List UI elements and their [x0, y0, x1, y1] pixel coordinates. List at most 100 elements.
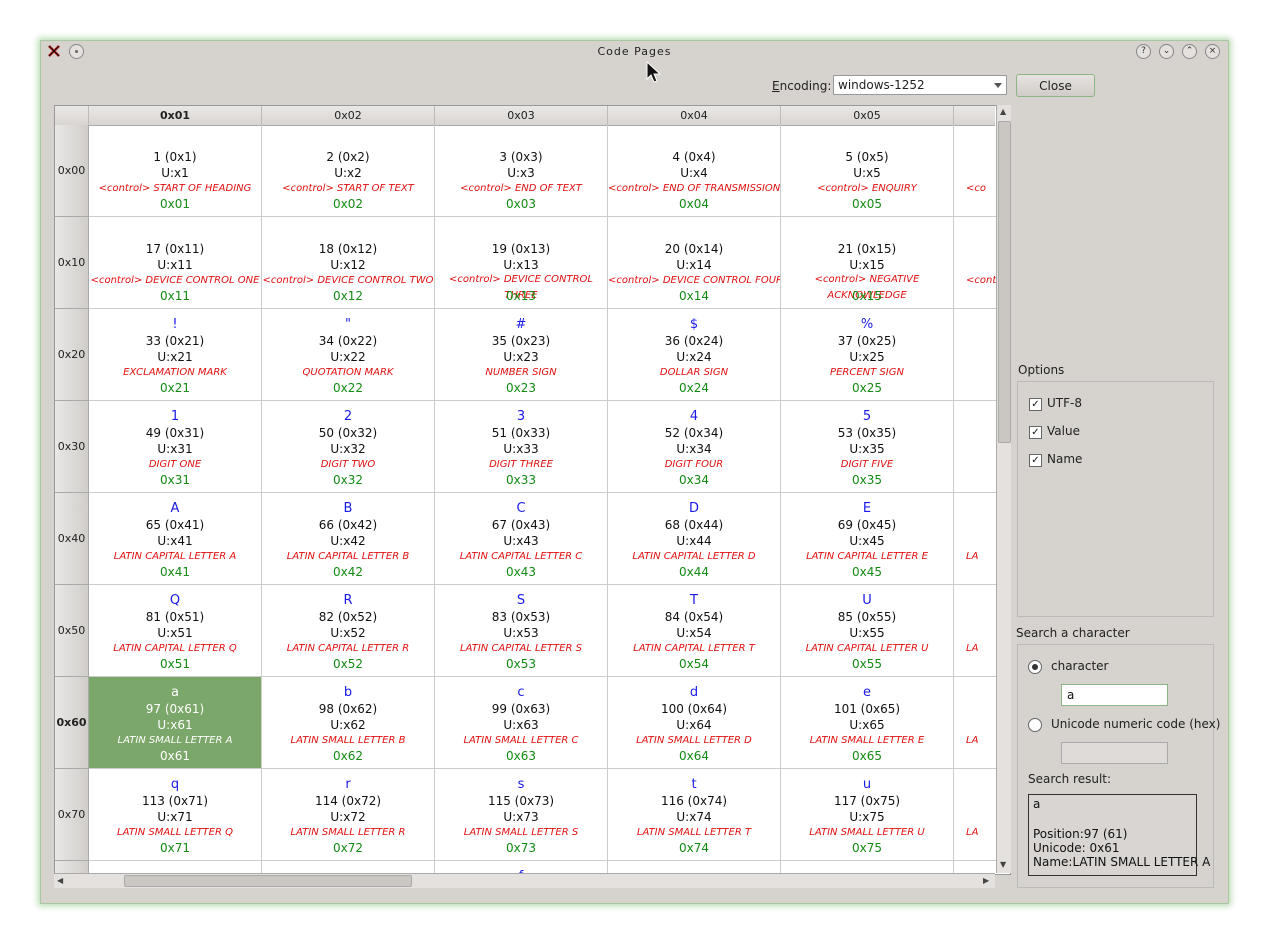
- help-icon[interactable]: ?: [1136, 44, 1151, 59]
- character-cell[interactable]: s 115 (0x73) U:x73 LATIN SMALL LETTER S 0x73: [435, 769, 608, 861]
- character-name: LATIN CAPITAL LETTER S: [460, 643, 582, 654]
- character-cell[interactable]: T 84 (0x54) U:x54 LATIN CAPITAL LETTER T 0x5…: [608, 585, 781, 677]
- vertical-scrollbar[interactable]: ▲ ▼: [996, 105, 1011, 873]
- scroll-left-icon[interactable]: ◀: [57, 876, 63, 885]
- hex-value: 0x61: [159, 749, 190, 763]
- horizontal-scroll-thumb[interactable]: [124, 875, 412, 887]
- row-header[interactable]: 0x00: [55, 125, 89, 217]
- character-cell[interactable]: 4 52 (0x34) U:x34 DIGIT FOUR 0x34: [608, 401, 781, 493]
- character-radio[interactable]: [1028, 660, 1042, 674]
- hex-value: 0x54: [678, 657, 709, 671]
- row-header[interactable]: 0x30: [55, 401, 89, 493]
- unicode-radio[interactable]: [1028, 718, 1042, 732]
- character-glyph: s: [517, 777, 525, 792]
- close-icon[interactable]: ×: [1205, 44, 1220, 59]
- row-header[interactable]: 0x50: [55, 585, 89, 677]
- character-input[interactable]: a: [1061, 684, 1168, 706]
- value-checkbox[interactable]: ✓: [1029, 426, 1042, 439]
- character-cell[interactable]: 2 (0x2) U:x2 <control> START OF TEXT 0x02: [262, 125, 435, 217]
- decimal-value: 85 (0x55): [837, 610, 897, 624]
- hex-value: 0x42: [332, 565, 363, 579]
- character-cell[interactable]: 17 (0x11) U:x11 <control> DEVICE CONTROL O…: [89, 217, 262, 309]
- character-cell[interactable]: S 83 (0x53) U:x53 LATIN CAPITAL LETTER S 0x5…: [435, 585, 608, 677]
- character-glyph: q: [170, 777, 180, 792]
- character-glyph: R: [343, 593, 353, 608]
- character-cell[interactable]: 18 (0x12) U:x12 <control> DEVICE CONTROL T…: [262, 217, 435, 309]
- character-cell[interactable]: 5 53 (0x35) U:x35 DIGIT FIVE 0x35: [781, 401, 954, 493]
- character-cell[interactable]: ! 33 (0x21) U:x21 EXCLAMATION MARK 0x21: [89, 309, 262, 401]
- character-cell[interactable]: B 66 (0x42) U:x42 LATIN CAPITAL LETTER B 0x4…: [262, 493, 435, 585]
- decimal-value: 97 (0x61): [145, 702, 205, 716]
- unicode-value: U:x33: [503, 442, 539, 456]
- encoding-select[interactable]: windows-1252: [833, 75, 1007, 95]
- character-cell[interactable]: " 34 (0x22) U:x22 QUOTATION MARK 0x22: [262, 309, 435, 401]
- hex-value: 0x12: [332, 289, 363, 303]
- decimal-value: 18 (0x12): [318, 242, 378, 256]
- horizontal-scrollbar[interactable]: ◀ ▶: [54, 873, 995, 888]
- character-cell[interactable]: U 85 (0x55) U:x55 LATIN CAPITAL LETTER U 0x5…: [781, 585, 954, 677]
- character-cell[interactable]: c 99 (0x63) U:x63 LATIN SMALL LETTER C 0x63: [435, 677, 608, 769]
- unicode-value: U:x1: [161, 166, 189, 180]
- character-cell[interactable]: % 37 (0x25) U:x25 PERCENT SIGN 0x25: [781, 309, 954, 401]
- character-cell[interactable]: E 69 (0x45) U:x45 LATIN CAPITAL LETTER E 0x4…: [781, 493, 954, 585]
- character-cell[interactable]: $36 (0x24) U:x24 DOLLAR SIGN 0x24: [608, 309, 781, 401]
- character-cell[interactable]: C 67 (0x43) U:x43 LATIN CAPITAL LETTER C 0x4…: [435, 493, 608, 585]
- vertical-scroll-thumb[interactable]: [998, 121, 1011, 443]
- unicode-input[interactable]: [1061, 742, 1168, 764]
- title-bar: Code Pages ? ⌄ ⌃ ×: [41, 41, 1228, 63]
- row-header[interactable]: 0x70: [55, 769, 89, 861]
- hex-value: 0x75: [851, 841, 882, 855]
- character-cell[interactable]: 21 (0x15) U:x15 <control> NEGATIVE ACKNOWL…: [781, 217, 954, 309]
- name-checkbox[interactable]: ✓: [1029, 454, 1042, 467]
- character-cell[interactable]: e 101 (0x65) U:x65 LATIN SMALL LETTER E 0x65: [781, 677, 954, 769]
- character-cell[interactable]: 4 (0x4) U:x4 <control> END OF TRANSMISSION…: [608, 125, 781, 217]
- character-cell[interactable]: 19 (0x13) U:x13 <control> DEVICE CONTROL T…: [435, 217, 608, 309]
- character-cell[interactable]: 3 (0x3) U:x3 <control> END OF TEXT 0x03: [435, 125, 608, 217]
- decimal-value: 34 (0x22): [318, 334, 378, 348]
- character-cell[interactable]: 3 51 (0x33) U:x33 DIGIT THREE 0x33: [435, 401, 608, 493]
- maximize-icon[interactable]: ⌃: [1182, 44, 1197, 59]
- character-name: DIGIT TWO: [320, 459, 376, 470]
- character-cell[interactable]: 1 (0x1) U:x1 <control> START OF HEADING 0x0…: [89, 125, 262, 217]
- unicode-value: U:x41: [157, 534, 193, 548]
- character-cell[interactable]: t 116 (0x74) U:x74 LATIN SMALL LETTER T 0x74: [608, 769, 781, 861]
- character-cell[interactable]: 5 (0x5) U:x5 <control> ENQUIRY 0x05: [781, 125, 954, 217]
- row-header[interactable]: 0x40: [55, 493, 89, 585]
- column-header[interactable]: 0x01: [89, 106, 262, 125]
- row-header[interactable]: 0x60: [55, 677, 89, 769]
- column-header[interactable]: 0x04: [608, 106, 781, 125]
- column-header[interactable]: 0x05: [781, 106, 954, 125]
- decimal-value: 98 (0x62): [318, 702, 378, 716]
- character-cell[interactable]: d 100 (0x64) U:x64 LATIN SMALL LETTER D 0x64: [608, 677, 781, 769]
- hex-value: 0x23: [505, 381, 536, 395]
- scroll-up-icon[interactable]: ▲: [1000, 107, 1006, 116]
- utf8-checkbox[interactable]: ✓: [1029, 398, 1042, 411]
- close-button[interactable]: Close: [1016, 74, 1095, 97]
- character-cell[interactable]: r 114 (0x72) U:x72 LATIN SMALL LETTER R 0x72: [262, 769, 435, 861]
- scroll-right-icon[interactable]: ▶: [983, 876, 989, 885]
- minimize-icon[interactable]: ⌄: [1159, 44, 1174, 59]
- decimal-value: 37 (0x25): [837, 334, 897, 348]
- scroll-down-icon[interactable]: ▼: [1000, 860, 1006, 869]
- hex-value: 0x05: [851, 197, 882, 211]
- options-title: Options: [1018, 363, 1065, 377]
- column-header[interactable]: 0x03: [435, 106, 608, 125]
- character-cell[interactable]: R 82 (0x52) U:x52 LATIN CAPITAL LETTER R 0x5…: [262, 585, 435, 677]
- character-cell[interactable]: Q 81 (0x51) U:x51 LATIN CAPITAL LETTER Q 0x5…: [89, 585, 262, 677]
- character-cell[interactable]: b 98 (0x62) U:x62 LATIN SMALL LETTER B 0x62: [262, 677, 435, 769]
- decimal-value: 3 (0x3): [499, 150, 543, 164]
- column-header[interactable]: 0x02: [262, 106, 435, 125]
- hex-value: 0x73: [505, 841, 536, 855]
- character-cell[interactable]: 1 49 (0x31) U:x31 DIGIT ONE 0x31: [89, 401, 262, 493]
- row-header[interactable]: 0x20: [55, 309, 89, 401]
- row-header[interactable]: 0x10: [55, 217, 89, 309]
- character-cell[interactable]: 20 (0x14) U:x14 <control> DEVICE CONTROL F…: [608, 217, 781, 309]
- character-cell[interactable]: a 97 (0x61) U:x61 LATIN SMALL LETTER A 0x61: [89, 677, 262, 769]
- character-cell[interactable]: q 113 (0x71) U:x71 LATIN SMALL LETTER Q 0x71: [89, 769, 262, 861]
- character-cell[interactable]: D 68 (0x44) U:x44 LATIN CAPITAL LETTER D 0x4…: [608, 493, 781, 585]
- character-cell[interactable]: u 117 (0x75) U:x75 LATIN SMALL LETTER U 0x75: [781, 769, 954, 861]
- character-cell[interactable]: #35 (0x23) U:x23 NUMBER SIGN 0x23: [435, 309, 608, 401]
- character-cell[interactable]: 2 50 (0x32) U:x32 DIGIT TWO 0x32: [262, 401, 435, 493]
- character-cell[interactable]: A 65 (0x41) U:x41 LATIN CAPITAL LETTER A 0x4…: [89, 493, 262, 585]
- unicode-value: U:x5: [853, 166, 881, 180]
